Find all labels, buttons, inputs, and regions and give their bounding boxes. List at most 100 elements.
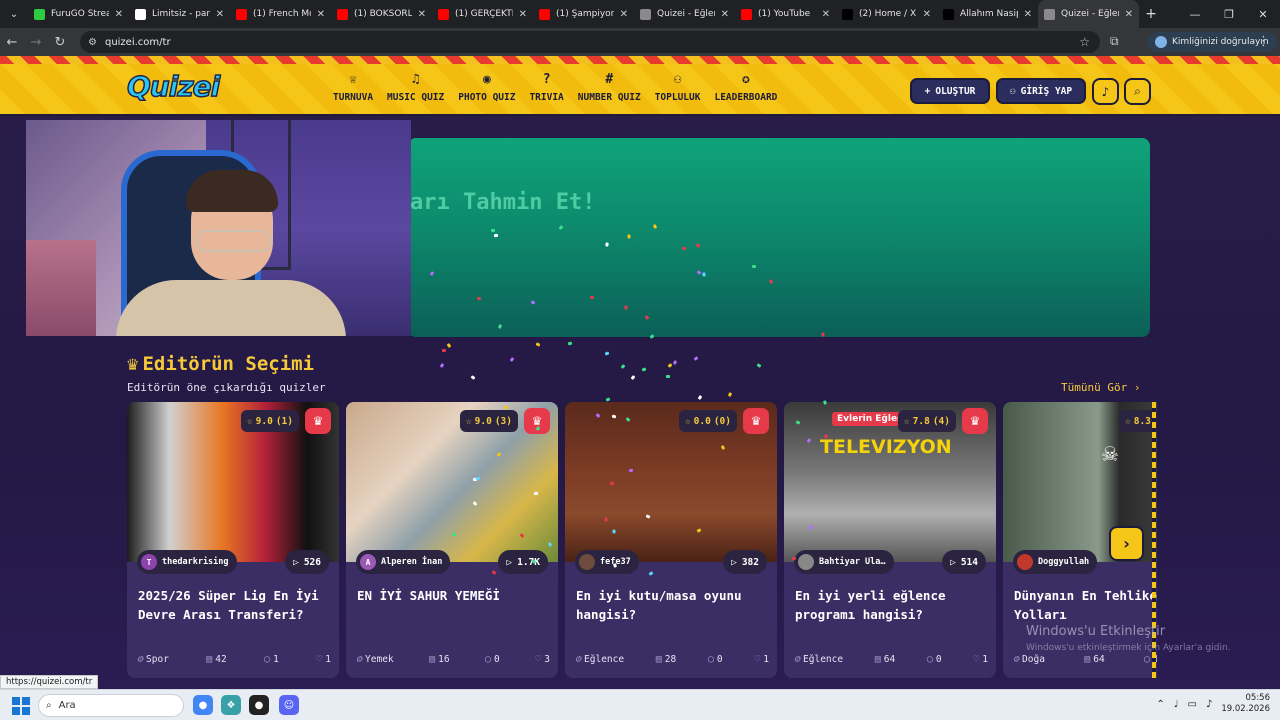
comment-count[interactable]: ◯1 — [264, 654, 279, 665]
browser-tab[interactable]: (1) Şampiyonla ✕ — [533, 0, 634, 28]
nav-item[interactable]: ◉ PHOTO QUIZ — [451, 72, 522, 103]
taskbar-clock[interactable]: 05:56 19.02.2026 — [1221, 693, 1270, 715]
quiz-card[interactable]: ☆ 0.0 (0) ♛ fefe37 ▷ 382 En iyi kutu/masa oyunu… — [565, 402, 777, 678]
browser-tab[interactable]: FuruGO Stream ✕ — [28, 0, 129, 28]
new-tab-button[interactable]: + — [1139, 6, 1163, 22]
tab-title: Quizei - Eğlenc — [1061, 9, 1119, 19]
nav-item[interactable]: # NUMBER QUIZ — [571, 72, 648, 103]
author-chip[interactable]: Tthedarkrising — [137, 550, 237, 574]
comment-count[interactable]: ◯ 0 — [485, 654, 500, 665]
category-tag[interactable]: ⚙ Spor — [137, 654, 169, 665]
author-chip[interactable]: Doggyullah — [1013, 550, 1098, 574]
browser-menu-icon[interactable]: ⋮ — [1257, 34, 1270, 49]
tab-search-button[interactable]: ⌄ — [0, 0, 28, 28]
volume-icon[interactable]: ♪ — [1206, 699, 1212, 710]
tab-close-icon[interactable]: ✕ — [216, 9, 224, 20]
quiz-card[interactable]: ☆ 9.0 (3) ♛ A Alperen İnan ▷ 1.7K EN İYİ SAHUR Y… — [346, 402, 558, 678]
microphone-icon[interactable]: ♩ — [1174, 699, 1179, 710]
reload-button[interactable]: ↻ — [48, 35, 72, 50]
tab-close-icon[interactable]: ✕ — [620, 9, 628, 20]
like-count-value: 3 — [544, 654, 550, 665]
site-info-icon[interactable]: ⚙ — [88, 37, 97, 48]
tab-close-icon[interactable]: ✕ — [1125, 9, 1133, 20]
author-chip[interactable]: Bahtiyar Ula… — [794, 550, 894, 574]
browser-tab[interactable]: Quizei - Eğlenc ✕ — [634, 0, 735, 28]
discord-taskbar-icon[interactable]: ☺ — [279, 695, 299, 715]
quiz-title[interactable]: Dünyanın En Tehlikeli Yolları — [1014, 586, 1157, 624]
category-tag[interactable]: ⚙ Doğa — [1013, 654, 1045, 665]
taskbar-search-placeholder: Ara — [58, 700, 76, 711]
author-chip[interactable]: fefe37 — [575, 550, 639, 574]
search-icon[interactable]: ⌕ — [1124, 78, 1151, 105]
tab-close-icon[interactable]: ✕ — [923, 9, 931, 20]
app-taskbar-icon[interactable]: ❖ — [221, 695, 241, 715]
url-text: quizei.com/tr — [104, 36, 171, 48]
bookmark-star-icon[interactable]: ☆ — [1079, 35, 1090, 49]
browser-tab[interactable]: (1) GERÇEKTEN ✕ — [432, 0, 533, 28]
nav-item[interactable]: ⚇ TOPLULUK — [648, 72, 708, 103]
category-tag[interactable]: ⚙ Eğlence — [794, 654, 843, 665]
hero-text: arı Tahmin Et! — [410, 190, 596, 215]
restore-button[interactable]: ❐ — [1212, 0, 1246, 28]
tab-close-icon[interactable]: ✕ — [1024, 9, 1032, 20]
question-icon: ? — [542, 72, 551, 87]
main-nav: ♕ TURNUVA ♫ MUSIC QUIZ ◉ PHOTO QUIZ? TRIVIA # NU… — [326, 72, 784, 103]
nav-item[interactable]: ? TRIVIA — [522, 72, 570, 103]
comment-count[interactable]: ◯ 0 — [708, 654, 723, 665]
quiz-title[interactable]: EN İYİ SAHUR YEMEĞİ — [357, 586, 549, 605]
like-count-value: 1 — [982, 654, 988, 665]
tab-favicon-icon — [1044, 8, 1055, 20]
quiz-title[interactable]: En iyi kutu/masa oyunu hangisi? — [576, 586, 768, 624]
extensions-icon[interactable]: ⧉ — [1110, 34, 1119, 49]
tab-close-icon[interactable]: ✕ — [418, 9, 426, 20]
browser-tab[interactable]: Quizei - Eğlenc ✕ — [1038, 0, 1139, 28]
browser-tab[interactable]: (2) Home / X ✕ — [836, 0, 937, 28]
site-logo[interactable]: Quizei — [126, 69, 221, 104]
login-button[interactable]: ⚇ GİRİŞ YAP — [996, 78, 1086, 104]
tab-close-icon[interactable]: ✕ — [519, 9, 527, 20]
comment-icon: ◯ — [926, 654, 933, 665]
create-button[interactable]: + OLUŞTUR — [910, 78, 990, 104]
browser-tab[interactable]: Limitsiz - parola ✕ — [129, 0, 230, 28]
quiz-card[interactable]: Evlerin Eğlenc TELEVIZYON ☆ 7.8 (4) ♛ Bahtiyar… — [784, 402, 996, 678]
start-button[interactable] — [12, 697, 30, 715]
hero-banner[interactable]: arı Tahmin Et! — [408, 138, 1150, 337]
tab-close-icon[interactable]: ✕ — [822, 9, 830, 20]
category-tag[interactable]: ⚙ Yemek — [356, 654, 394, 665]
like-count[interactable]: ♡ 1 — [316, 654, 331, 665]
category-tag[interactable]: ⚙ Eğlence — [575, 654, 624, 665]
rating-value: 8.3 — [1133, 415, 1151, 427]
address-bar[interactable]: ⚙ quizei.com/tr ☆ — [80, 31, 1100, 53]
app2-taskbar-icon[interactable]: ● — [249, 695, 269, 715]
minimize-button[interactable]: — — [1178, 0, 1212, 28]
forward-button[interactable]: → — [24, 35, 48, 50]
like-count[interactable]: ♡ 1 — [973, 654, 988, 665]
network-icon[interactable]: ▭ — [1187, 699, 1196, 710]
author-chip[interactable]: A Alperen İnan — [356, 550, 451, 574]
tray-chevron-icon[interactable]: ⌃ — [1156, 699, 1164, 710]
close-window-button[interactable]: ✕ — [1246, 0, 1280, 28]
browser-tab[interactable]: Allahım Nasip ✕ — [937, 0, 1038, 28]
carousel-next-button[interactable]: › — [1109, 526, 1144, 561]
chrome-taskbar-icon[interactable]: ● — [193, 695, 213, 715]
confetti-piece — [493, 233, 499, 238]
quiz-title[interactable]: En iyi yerli eğlence programı hangisi? — [795, 586, 987, 624]
tab-close-icon[interactable]: ✕ — [317, 9, 325, 20]
quiz-title[interactable]: 2025/26 Süper Lig En İyi Devre Arası Tra… — [138, 586, 330, 624]
nav-item[interactable]: ✪ LEADERBOARD — [707, 72, 784, 103]
nav-item[interactable]: ♫ MUSIC QUIZ — [380, 72, 451, 103]
notification-bell-icon[interactable]: ♪ — [1092, 78, 1119, 105]
browser-tab[interactable]: (1) BOKSÖRLE ✕ — [331, 0, 432, 28]
tab-close-icon[interactable]: ✕ — [115, 9, 123, 20]
see-all-link[interactable]: Tümünü Gör › — [1061, 381, 1140, 394]
tab-close-icon[interactable]: ✕ — [721, 9, 729, 20]
taskbar-search[interactable]: ⌕ Ara — [38, 694, 184, 717]
comment-count[interactable]: ◯ 0 — [927, 654, 942, 665]
like-count[interactable]: ♡ 3 — [535, 654, 550, 665]
back-button[interactable]: ← — [0, 35, 24, 50]
nav-item[interactable]: ♕ TURNUVA — [326, 72, 380, 103]
like-count[interactable]: ♡ 1 — [754, 654, 769, 665]
browser-tab[interactable]: (1) YouTube ✕ — [735, 0, 836, 28]
quiz-card[interactable]: ☆ 9.0 (1) ♛ Tthedarkrising ▷ 526 2025/26 Süper … — [127, 402, 339, 678]
browser-tab[interactable]: (1) French Mon ✕ — [230, 0, 331, 28]
